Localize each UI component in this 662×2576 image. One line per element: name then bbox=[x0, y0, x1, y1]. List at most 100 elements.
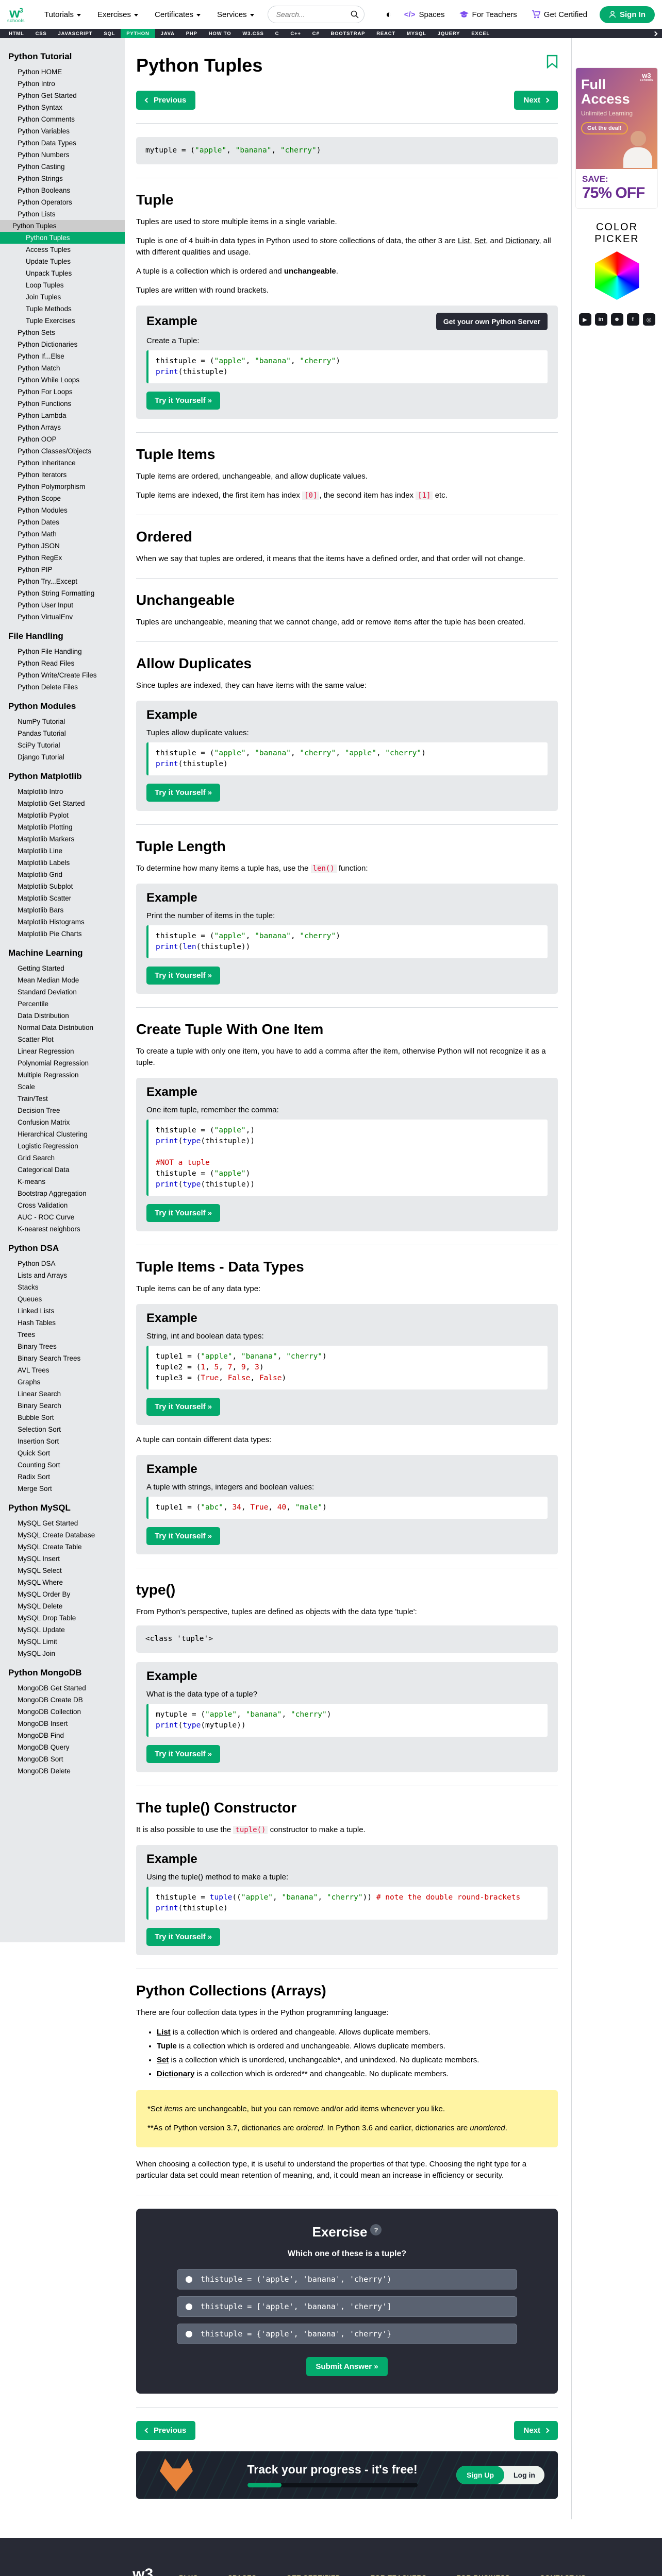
sidebar-item[interactable]: Radix Sort bbox=[0, 1471, 125, 1483]
sidebar-item[interactable]: Python PIP bbox=[0, 564, 125, 575]
sidebar-item[interactable]: Selection Sort bbox=[0, 1423, 125, 1435]
sidebar-item[interactable]: Percentile bbox=[0, 998, 125, 1010]
get-the-deal-button[interactable]: Get the deal! bbox=[581, 122, 628, 134]
sidebar-item[interactable]: MySQL Order By bbox=[0, 1588, 125, 1600]
radio-button[interactable] bbox=[186, 2303, 192, 2310]
linkedin-icon[interactable]: in bbox=[594, 313, 607, 326]
sidebar-item[interactable]: Lists and Arrays bbox=[0, 1269, 125, 1281]
nav-item[interactable]: HOW TO bbox=[203, 29, 237, 38]
nav-item[interactable]: SQL bbox=[98, 29, 121, 38]
sidebar-item[interactable]: AUC - ROC Curve bbox=[0, 1211, 125, 1223]
sidebar-item[interactable]: Python Scope bbox=[0, 493, 125, 504]
sidebar-item[interactable]: Scale bbox=[0, 1081, 125, 1093]
sidebar-item[interactable]: Python String Formatting bbox=[0, 587, 125, 599]
sidebar-item[interactable]: MongoDB Create DB bbox=[0, 1694, 125, 1706]
sidebar-item[interactable]: Matplotlib Markers bbox=[0, 833, 125, 845]
sidebar-item[interactable]: Python Tuples bbox=[0, 232, 125, 244]
sidebar-item[interactable]: Python JSON bbox=[0, 540, 125, 552]
sidebar-item[interactable]: MySQL Insert bbox=[0, 1553, 125, 1565]
sidebar-item[interactable]: Python Intro bbox=[0, 78, 125, 90]
sidebar-item[interactable]: Python Lists bbox=[0, 208, 125, 220]
sidebar-item[interactable]: MongoDB Insert bbox=[0, 1718, 125, 1730]
sidebar-item[interactable]: Stacks bbox=[0, 1281, 125, 1293]
sidebar-item[interactable]: Matplotlib Pie Charts bbox=[0, 928, 125, 940]
sidebar-item[interactable]: Python DSA bbox=[0, 1258, 125, 1269]
footer-top-link[interactable]: GET CERTIFIED bbox=[286, 2574, 340, 2576]
sidebar-item[interactable]: Python Write/Create Files bbox=[0, 669, 125, 681]
sidebar-item[interactable]: K-means bbox=[0, 1176, 125, 1188]
nav-item[interactable]: PHP bbox=[180, 29, 203, 38]
nav-item[interactable]: JAVA bbox=[155, 29, 180, 38]
sidebar-item[interactable]: Loop Tuples bbox=[0, 279, 125, 291]
sidebar-item[interactable]: Python Lambda bbox=[0, 410, 125, 421]
sign-in-button[interactable]: Sign In bbox=[600, 6, 655, 23]
sidebar-item[interactable]: K-nearest neighbors bbox=[0, 1223, 125, 1235]
try-it-yourself-button[interactable]: Try it Yourself » bbox=[146, 967, 221, 985]
try-it-yourself-button[interactable]: Try it Yourself » bbox=[146, 1204, 221, 1222]
sidebar-item[interactable]: Logistic Regression bbox=[0, 1140, 125, 1152]
sidebar-item[interactable]: Binary Search bbox=[0, 1400, 125, 1412]
dark-mode-toggle-icon[interactable]: ◐ bbox=[382, 8, 395, 22]
try-it-yourself-button[interactable]: Try it Yourself » bbox=[146, 1398, 221, 1416]
sidebar-item[interactable]: Insertion Sort bbox=[0, 1435, 125, 1447]
sidebar-item[interactable]: Getting Started bbox=[0, 962, 125, 974]
sidebar-item[interactable]: Python Functions bbox=[0, 398, 125, 410]
sidebar-item[interactable]: Linked Lists bbox=[0, 1305, 125, 1317]
sidebar-item[interactable]: Matplotlib Grid bbox=[0, 869, 125, 880]
sidebar-item[interactable]: Python Sets bbox=[0, 327, 125, 338]
sidebar-item[interactable]: Python User Input bbox=[0, 599, 125, 611]
sidebar-item[interactable]: Join Tuples bbox=[0, 291, 125, 303]
sidebar-item[interactable]: MongoDB Sort bbox=[0, 1753, 125, 1765]
get-python-server-button[interactable]: Get your own Python Server bbox=[436, 313, 548, 330]
search-icon[interactable] bbox=[351, 10, 359, 19]
topbar-menu[interactable]: Exercises bbox=[91, 6, 144, 23]
sidebar-item[interactable]: Matplotlib Bars bbox=[0, 904, 125, 916]
nav-item[interactable]: C++ bbox=[285, 29, 306, 38]
sidebar-item[interactable]: Python Arrays bbox=[0, 421, 125, 433]
sidebar-item[interactable]: Cross Validation bbox=[0, 1199, 125, 1211]
nav-scroll-right-button[interactable] bbox=[648, 29, 662, 38]
sidebar-item[interactable]: MySQL Select bbox=[0, 1565, 125, 1577]
sidebar-item[interactable]: Normal Data Distribution bbox=[0, 1022, 125, 1033]
sidebar-item[interactable]: Bubble Sort bbox=[0, 1412, 125, 1423]
sidebar-item[interactable]: MongoDB Collection bbox=[0, 1706, 125, 1718]
sidebar-item[interactable]: Unpack Tuples bbox=[0, 267, 125, 279]
sidebar-item[interactable]: Python OOP bbox=[0, 433, 125, 445]
previous-button[interactable]: Previous bbox=[136, 91, 196, 110]
sidebar-item[interactable]: Mean Median Mode bbox=[0, 974, 125, 986]
submit-answer-button[interactable]: Submit Answer » bbox=[306, 2357, 388, 2376]
sidebar-item[interactable]: NumPy Tutorial bbox=[0, 716, 125, 727]
nav-item[interactable]: CSS bbox=[30, 29, 53, 38]
full-access-ad[interactable]: w3 schools Full Access Unlimited Learning… bbox=[576, 68, 657, 208]
sidebar-item[interactable]: Python Try...Except bbox=[0, 575, 125, 587]
sidebar-item[interactable]: MySQL Create Database bbox=[0, 1529, 125, 1541]
topbar-menu[interactable]: Tutorials bbox=[38, 6, 87, 23]
get-certified-button[interactable]: Get Certified bbox=[525, 6, 593, 23]
sidebar-item[interactable]: Hash Tables bbox=[0, 1317, 125, 1329]
sidebar-item[interactable]: Python Numbers bbox=[0, 149, 125, 161]
sidebar-item[interactable]: Data Distribution bbox=[0, 1010, 125, 1022]
sidebar-item[interactable]: Python If...Else bbox=[0, 350, 125, 362]
nav-item[interactable]: HTML bbox=[3, 29, 30, 38]
instagram-icon[interactable]: ◎ bbox=[642, 313, 655, 326]
sidebar-item[interactable]: Python VirtualEnv bbox=[0, 611, 125, 623]
sidebar-item[interactable]: Python Modules bbox=[0, 504, 125, 516]
sidebar-item[interactable]: Scatter Plot bbox=[0, 1033, 125, 1045]
sidebar-item[interactable]: Update Tuples bbox=[0, 256, 125, 267]
try-it-yourself-button[interactable]: Try it Yourself » bbox=[146, 784, 221, 802]
sidebar-item[interactable]: MySQL Limit bbox=[0, 1636, 125, 1648]
sidebar-item[interactable]: Python Inheritance bbox=[0, 457, 125, 469]
nav-item[interactable]: EXCEL bbox=[466, 29, 495, 38]
try-it-yourself-button[interactable]: Try it Yourself » bbox=[146, 1527, 221, 1545]
sidebar-item[interactable]: MySQL Get Started bbox=[0, 1517, 125, 1529]
try-it-yourself-button[interactable]: Try it Yourself » bbox=[146, 1745, 221, 1763]
sidebar-item[interactable]: Python Strings bbox=[0, 173, 125, 184]
sidebar-item[interactable]: Decision Tree bbox=[0, 1105, 125, 1116]
sidebar-item[interactable]: Django Tutorial bbox=[0, 751, 125, 763]
sidebar-item[interactable]: Counting Sort bbox=[0, 1459, 125, 1471]
sidebar-item[interactable]: Python Dates bbox=[0, 516, 125, 528]
sidebar-item[interactable]: Matplotlib Line bbox=[0, 845, 125, 857]
previous-button-bottom[interactable]: Previous bbox=[136, 2421, 196, 2440]
sidebar-item[interactable]: Pandas Tutorial bbox=[0, 727, 125, 739]
sidebar-item[interactable]: MySQL Drop Table bbox=[0, 1612, 125, 1624]
